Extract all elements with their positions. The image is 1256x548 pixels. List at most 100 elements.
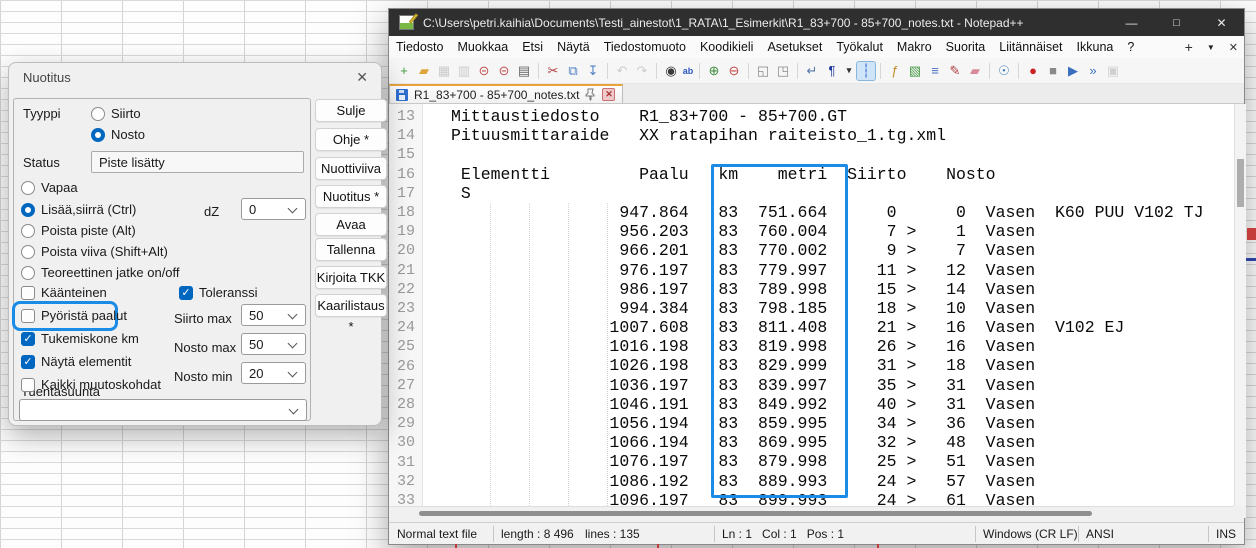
restore-position-2-icon[interactable]: ◳	[774, 62, 792, 80]
pin-icon[interactable]	[585, 88, 596, 101]
nuotitus-button[interactable]: Nuotitus *	[315, 185, 387, 208]
indent-guide-icon[interactable]: ┆	[857, 62, 875, 80]
menu-item-n-yt-[interactable]: Näytä	[550, 36, 597, 58]
redo-icon[interactable]: ↷	[633, 62, 651, 80]
zoom-in-icon[interactable]: ⊕	[705, 62, 723, 80]
run-script-icon[interactable]: ƒ	[886, 62, 904, 80]
tab-list-dropdown-icon[interactable]: ▼	[1207, 43, 1215, 52]
status-insert-mode[interactable]: INS	[1216, 527, 1236, 541]
code-line[interactable]: Mittaustiedosto R1_83+700 - 85+700.GT	[451, 107, 1234, 126]
siirto-radio[interactable]	[91, 107, 105, 121]
open-file-icon[interactable]: ▰	[415, 62, 433, 80]
menu-item-ty-kalut[interactable]: Työkalut	[829, 36, 890, 58]
status-caret-position: Ln : 1 Col : 1 Pos : 1	[722, 527, 844, 541]
lis-siirr-ctrl-radio[interactable]	[21, 203, 35, 217]
close-file-icon[interactable]: ⊝	[475, 62, 493, 80]
stop-macro-icon[interactable]: ■	[1044, 62, 1062, 80]
siirto-max-combo[interactable]: 50	[241, 304, 306, 326]
menu-item-liit-nn-iset[interactable]: Liitännäiset	[992, 36, 1069, 58]
new-tab-plus-icon[interactable]: +	[1185, 39, 1193, 55]
editor-area[interactable]: 1314151617181920212223242526272829303132…	[389, 104, 1234, 506]
kirjoita-tkk-button[interactable]: Kirjoita TKK *	[315, 266, 387, 289]
dialog-close-icon[interactable]: ✕	[356, 69, 368, 86]
menu-item-suorita[interactable]: Suorita	[939, 36, 993, 58]
show-all-characters-icon[interactable]: ¶	[823, 62, 841, 80]
close-all-icon[interactable]: ⊝	[495, 62, 513, 80]
status-eol-format[interactable]: Windows (CR LF)	[983, 527, 1078, 541]
paste-icon[interactable]: ↧	[584, 62, 602, 80]
kaarilistaus-button[interactable]: Kaarilistaus *	[315, 294, 387, 317]
show-symbol-dropdown-icon[interactable]: ▾	[843, 62, 855, 80]
menu-item-tiedosto[interactable]: Tiedosto	[389, 36, 450, 58]
teoreettinen-jatke-on-off-radio[interactable]	[21, 266, 35, 280]
cut-icon[interactable]: ✂	[544, 62, 562, 80]
code-line[interactable]	[451, 145, 1234, 164]
record-macro-icon[interactable]: ●	[1024, 62, 1042, 80]
vertical-scrollbar-thumb[interactable]	[1237, 159, 1244, 207]
undo-icon[interactable]: ↶	[613, 62, 631, 80]
avaa-button[interactable]: Avaa	[315, 213, 387, 236]
word-wrap-icon[interactable]: ↵	[803, 62, 821, 80]
restore-position-1-icon[interactable]: ◱	[754, 62, 772, 80]
poista-piste-alt-radio[interactable]	[21, 224, 35, 238]
document-map-icon[interactable]: ▧	[906, 62, 924, 80]
menu-item--[interactable]: ?	[1120, 36, 1141, 58]
nosto-max-combo[interactable]: 50	[241, 333, 306, 355]
code-line[interactable]: S	[451, 184, 1234, 203]
vapaa-radio[interactable]	[21, 181, 35, 195]
title-bar[interactable]: C:\Users\petri.kaihia\Documents\Testi_ai…	[389, 9, 1244, 36]
dz-combo[interactable]: 0	[241, 198, 306, 220]
find-icon[interactable]: ◉	[662, 62, 680, 80]
save-file-icon[interactable]: ▦	[435, 62, 453, 80]
toleranssi-checkbox[interactable]: ✓	[179, 286, 193, 300]
horizontal-scrollbar[interactable]	[389, 506, 1234, 518]
horizontal-scrollbar-thumb[interactable]	[419, 511, 1092, 516]
menu-item-tiedostomuoto[interactable]: Tiedostomuoto	[597, 36, 693, 58]
line-number: 27	[389, 376, 415, 395]
close-tab-icon[interactable]: ✕	[1229, 41, 1238, 54]
code-line[interactable]: Elementti Paalu km metri Siirto Nosto	[451, 165, 1234, 184]
zoom-out-icon[interactable]: ⊖	[725, 62, 743, 80]
document-monitor-icon[interactable]: ☉	[995, 62, 1013, 80]
new-file-icon[interactable]: +	[395, 62, 413, 80]
tallenna-button[interactable]: Tallenna	[315, 238, 387, 261]
save-all-icon[interactable]: ▥	[455, 62, 473, 80]
code-line[interactable]: Pituusmittaraide XX ratapihan raiteisto_…	[451, 126, 1234, 145]
nuottiviiva-button[interactable]: Nuottiviiva	[315, 157, 387, 180]
status-encoding[interactable]: ANSI	[1086, 527, 1114, 541]
tuentasuunta-combo[interactable]	[19, 399, 307, 421]
menu-item-koodikieli[interactable]: Koodikieli	[693, 36, 761, 58]
nosto-radio[interactable]	[91, 128, 105, 142]
folder-as-workspace-icon[interactable]: ▰	[966, 62, 984, 80]
py-rist-paalut-checkbox[interactable]	[21, 309, 35, 323]
n-yt-elementit-checkbox[interactable]: ✓	[21, 355, 35, 369]
sulje-button[interactable]: Sulje	[315, 99, 387, 122]
tab-active[interactable]: R1_83+700 - 85+700_notes.txt ✕	[389, 84, 623, 103]
code-area[interactable]: Mittaustiedosto R1_83+700 - 85+700.GTPit…	[423, 104, 1234, 506]
k-nteinen-checkbox[interactable]	[21, 286, 35, 300]
save-macro-icon[interactable]: ▣	[1104, 62, 1122, 80]
menu-item-makro[interactable]: Makro	[890, 36, 939, 58]
menu-item-ikkuna[interactable]: Ikkuna	[1070, 36, 1121, 58]
replace-icon[interactable]: ab	[682, 62, 694, 80]
ohje-button[interactable]: Ohje *	[315, 128, 387, 151]
menu-item-asetukset[interactable]: Asetukset	[760, 36, 829, 58]
menu-item-muokkaa[interactable]: Muokkaa	[450, 36, 515, 58]
indent-guide-line	[607, 203, 608, 506]
vertical-scrollbar[interactable]	[1234, 104, 1246, 506]
document-list-icon[interactable]: ≡	[926, 62, 944, 80]
tab-close-icon[interactable]: ✕	[602, 88, 615, 101]
close-icon[interactable]: ✕	[1199, 9, 1244, 36]
kaikki-muutoskohdat-checkbox[interactable]	[21, 378, 35, 392]
maximize-icon[interactable]: □	[1154, 9, 1199, 36]
copy-icon[interactable]: ⧉	[564, 62, 582, 80]
nosto-min-combo[interactable]: 20	[241, 362, 306, 384]
minimize-icon[interactable]: —	[1109, 9, 1154, 36]
print-icon[interactable]: ▤	[515, 62, 533, 80]
poista-viiva-shift-alt-radio[interactable]	[21, 245, 35, 259]
run-macro-multiple-icon[interactable]: »	[1084, 62, 1102, 80]
function-list-icon[interactable]: ✎	[946, 62, 964, 80]
menu-item-etsi[interactable]: Etsi	[515, 36, 550, 58]
play-macro-icon[interactable]: ▶	[1064, 62, 1082, 80]
tukemiskone-km-checkbox[interactable]: ✓	[21, 332, 35, 346]
